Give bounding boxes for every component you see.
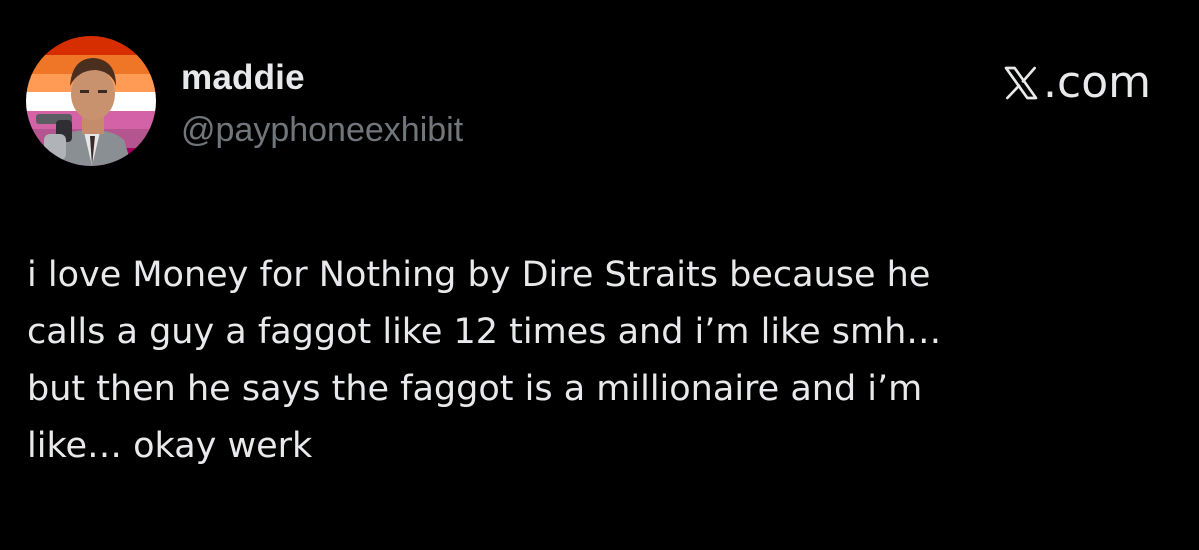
author-display-name[interactable]: maddie bbox=[181, 58, 463, 98]
brand-watermark: .com bbox=[1001, 58, 1151, 108]
tweet-card: maddie @payphoneexhibit .com i love Mone… bbox=[0, 0, 1199, 550]
brand-suffix: .com bbox=[1043, 57, 1151, 108]
author-block: maddie @payphoneexhibit bbox=[181, 58, 463, 150]
author-handle[interactable]: @payphoneexhibit bbox=[181, 110, 463, 150]
x-logo-icon bbox=[1004, 66, 1038, 100]
user-avatar-icon[interactable] bbox=[26, 36, 156, 166]
tweet-text: i love Money for Nothing by Dire Straits… bbox=[27, 255, 942, 466]
